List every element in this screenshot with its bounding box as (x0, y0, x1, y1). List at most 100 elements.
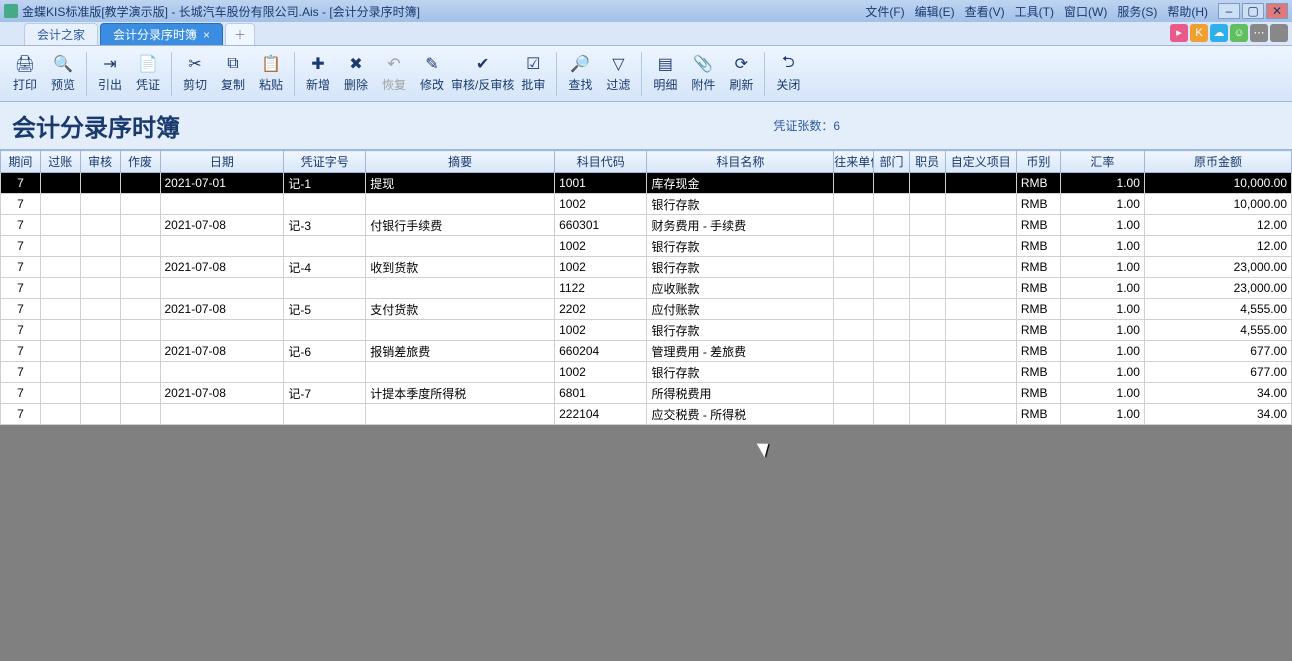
cell[interactable]: 银行存款 (647, 236, 834, 257)
cell[interactable] (834, 173, 874, 194)
toolbar-批审[interactable]: ☑批审 (514, 48, 552, 100)
cell[interactable] (80, 404, 120, 425)
cell[interactable] (120, 341, 160, 362)
tab-add[interactable]: ＋ (225, 23, 255, 45)
toolbar-复制[interactable]: ⧉复制 (214, 48, 252, 100)
toolbar-凭证[interactable]: 📄凭证 (129, 48, 167, 100)
cell[interactable]: 1002 (555, 362, 647, 383)
table-row[interactable]: 71002银行存款RMB1.00677.00 (1, 362, 1292, 383)
cell[interactable] (945, 383, 1016, 404)
menu-item[interactable]: 窗口(W) (1062, 3, 1109, 20)
cell[interactable]: 23,000.00 (1144, 257, 1291, 278)
cell[interactable] (945, 320, 1016, 341)
cell[interactable] (874, 278, 910, 299)
col-币别[interactable]: 币别 (1016, 151, 1060, 173)
cell[interactable]: 677.00 (1144, 341, 1291, 362)
cell[interactable] (120, 362, 160, 383)
cell[interactable] (874, 215, 910, 236)
cell[interactable]: 10,000.00 (1144, 194, 1291, 215)
tray-icon[interactable]: ☁ (1210, 24, 1228, 42)
cell[interactable] (945, 173, 1016, 194)
cell[interactable]: 记-1 (284, 173, 366, 194)
cell[interactable]: 财务费用 - 手续费 (647, 215, 834, 236)
cell[interactable]: 222104 (555, 404, 647, 425)
cell[interactable] (909, 194, 945, 215)
cell[interactable] (40, 383, 80, 404)
table-row[interactable]: 71002银行存款RMB1.0012.00 (1, 236, 1292, 257)
cell[interactable]: 1001 (555, 173, 647, 194)
cell[interactable]: 1002 (555, 236, 647, 257)
cell[interactable] (80, 236, 120, 257)
cell[interactable]: 12.00 (1144, 215, 1291, 236)
toolbar-刷新[interactable]: ⟳刷新 (722, 48, 760, 100)
cell[interactable]: 银行存款 (647, 257, 834, 278)
cell[interactable] (909, 362, 945, 383)
cell[interactable]: RMB (1016, 341, 1060, 362)
cell[interactable] (120, 383, 160, 404)
tray-icon[interactable]: K (1190, 24, 1208, 42)
cell[interactable] (909, 299, 945, 320)
cell[interactable] (874, 257, 910, 278)
cell[interactable]: RMB (1016, 257, 1060, 278)
cell[interactable] (80, 215, 120, 236)
cell[interactable] (909, 383, 945, 404)
cell[interactable]: 34.00 (1144, 404, 1291, 425)
toolbar-修改[interactable]: ✎修改 (413, 48, 451, 100)
cell[interactable] (120, 173, 160, 194)
cell[interactable]: 1.00 (1060, 257, 1144, 278)
cell[interactable] (909, 404, 945, 425)
tab-close-icon[interactable]: × (203, 28, 210, 42)
cell[interactable]: 7 (1, 236, 41, 257)
cell[interactable]: 7 (1, 383, 41, 404)
cell[interactable]: 2021-07-01 (160, 173, 284, 194)
cell[interactable]: 记-3 (284, 215, 366, 236)
cell[interactable]: 1.00 (1060, 194, 1144, 215)
cell[interactable] (80, 173, 120, 194)
tab-会计分录序时簿[interactable]: 会计分录序时簿× (100, 23, 223, 45)
toolbar-关闭[interactable]: ⮌关闭 (769, 48, 807, 100)
cell[interactable]: 1.00 (1060, 236, 1144, 257)
cell[interactable] (40, 362, 80, 383)
table-row[interactable]: 71002银行存款RMB1.0010,000.00 (1, 194, 1292, 215)
cell[interactable]: 7 (1, 362, 41, 383)
cell[interactable]: 6801 (555, 383, 647, 404)
cell[interactable]: 660301 (555, 215, 647, 236)
toolbar-粘贴[interactable]: 📋粘贴 (252, 48, 290, 100)
cell[interactable] (834, 404, 874, 425)
cell[interactable] (874, 383, 910, 404)
cell[interactable]: 管理费用 - 差旅费 (647, 341, 834, 362)
cell[interactable] (834, 320, 874, 341)
cell[interactable]: 7 (1, 194, 41, 215)
cell[interactable] (874, 236, 910, 257)
cell[interactable]: 1002 (555, 257, 647, 278)
cell[interactable] (80, 299, 120, 320)
menu-item[interactable]: 工具(T) (1013, 3, 1056, 20)
cell[interactable]: 4,555.00 (1144, 299, 1291, 320)
col-过账[interactable]: 过账 (40, 151, 80, 173)
toolbar-查找[interactable]: 🔎查找 (561, 48, 599, 100)
col-作废[interactable]: 作废 (120, 151, 160, 173)
cell[interactable]: 收到货款 (366, 257, 555, 278)
cell[interactable] (945, 341, 1016, 362)
cell[interactable] (160, 404, 284, 425)
close-button[interactable]: ✕ (1266, 3, 1288, 19)
cell[interactable] (945, 215, 1016, 236)
cell[interactable] (40, 341, 80, 362)
cell[interactable]: 1.00 (1060, 173, 1144, 194)
cell[interactable] (909, 341, 945, 362)
cell[interactable]: 7 (1, 299, 41, 320)
cell[interactable]: 提现 (366, 173, 555, 194)
toolbar-删除[interactable]: ✖删除 (337, 48, 375, 100)
cell[interactable] (120, 320, 160, 341)
cell[interactable] (40, 320, 80, 341)
cell[interactable]: 1.00 (1060, 341, 1144, 362)
cell[interactable] (80, 320, 120, 341)
toolbar-过滤[interactable]: ▽过滤 (599, 48, 637, 100)
cell[interactable]: RMB (1016, 173, 1060, 194)
cell[interactable]: RMB (1016, 236, 1060, 257)
cell[interactable]: 2021-07-08 (160, 215, 284, 236)
cell[interactable]: 1.00 (1060, 320, 1144, 341)
col-原币金额[interactable]: 原币金额 (1144, 151, 1291, 173)
table-row[interactable]: 7222104应交税费 - 所得税RMB1.0034.00 (1, 404, 1292, 425)
col-日期[interactable]: 日期 (160, 151, 284, 173)
